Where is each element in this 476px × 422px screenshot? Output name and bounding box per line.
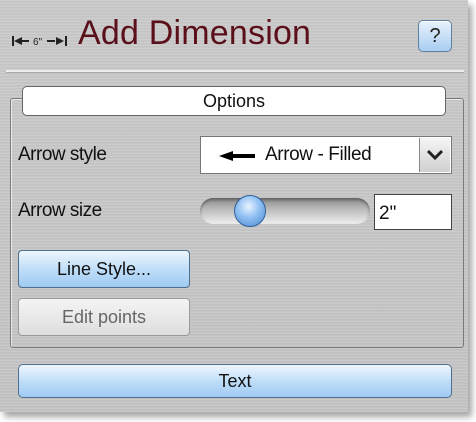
arrow-style-dropdown-button[interactable] [419,138,450,172]
add-dimension-panel: 6" Add Dimension ? Options Arrow style A… [0,0,468,412]
line-style-button[interactable]: Line Style... [18,250,190,288]
dimension-icon: 6" [12,36,67,48]
arrow-style-select[interactable]: Arrow - Filled [200,136,452,174]
options-header[interactable]: Options [22,86,446,116]
title-divider [6,70,464,73]
filled-arrow-icon [219,151,255,161]
svg-text:6": 6" [33,37,43,48]
arrow-size-slider[interactable] [200,198,370,224]
arrow-size-slider-thumb[interactable] [234,195,266,227]
text-button[interactable]: Text [18,364,452,398]
panel-title: Add Dimension [78,14,312,52]
edit-points-button[interactable]: Edit points [18,298,190,336]
help-button[interactable]: ? [418,20,452,52]
arrow-style-value: Arrow - Filled [265,144,372,165]
arrow-style-label: Arrow style [18,144,107,165]
arrow-size-input[interactable] [374,194,452,230]
arrow-size-label: Arrow size [18,200,102,221]
chevron-down-icon [426,149,444,161]
